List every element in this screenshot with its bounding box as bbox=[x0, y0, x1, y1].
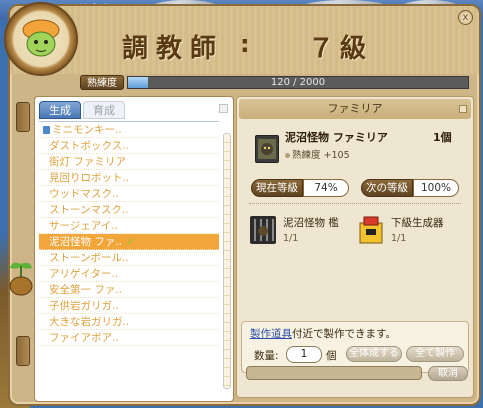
item-name: 泥沼怪物 ファミリア bbox=[285, 131, 388, 144]
quantity-label: 数量: bbox=[254, 350, 279, 362]
side-tab-button[interactable] bbox=[16, 336, 30, 366]
close-button[interactable]: x bbox=[458, 10, 473, 25]
quantity-input[interactable]: 1 bbox=[286, 346, 322, 363]
title-separator: : bbox=[240, 30, 250, 58]
current-level: 現在等級 74% bbox=[251, 179, 349, 197]
list-item[interactable]: 安全第一 ファ.. bbox=[39, 282, 219, 298]
experience-bar: 120 / 2000 bbox=[127, 76, 469, 89]
mushroom-emblem-icon bbox=[4, 2, 78, 76]
craft-all-button[interactable]: 全て製作 bbox=[406, 346, 464, 362]
detail-title: ファミリア bbox=[327, 102, 383, 115]
profession-title: 調教師 bbox=[122, 34, 225, 64]
list-scrollbar[interactable] bbox=[223, 133, 231, 389]
profession-level: ７級 bbox=[308, 34, 373, 64]
list-item[interactable]: ストーンマスク.. bbox=[39, 202, 219, 218]
list-item[interactable]: 見回りロボット.. bbox=[39, 170, 219, 186]
list-item[interactable]: サージェアイ.. bbox=[39, 218, 219, 234]
craft-button[interactable]: 全体成する bbox=[346, 346, 402, 362]
detail-header: ファミリア bbox=[239, 99, 471, 119]
panel-corner-icon bbox=[459, 105, 467, 113]
trainer-window: 調教師 : ７級 x 熟練度 120 / 2000 生成 育成 ミニモンキー..… bbox=[8, 4, 481, 406]
side-tab-button[interactable] bbox=[16, 102, 30, 132]
tab-breed[interactable]: 育成 bbox=[83, 101, 125, 119]
sprout-icon bbox=[4, 258, 38, 298]
list-item[interactable]: ウッドマスク.. bbox=[39, 186, 219, 202]
panel-corner-icon bbox=[219, 104, 228, 113]
experience-text: 120 / 2000 bbox=[270, 77, 326, 88]
craft-tool-link[interactable]: 製作道具 bbox=[250, 328, 292, 340]
detail-panel: ファミリア 泥沼怪物 ファミリア 1個 熟練度 +105 現在等級 74% 次の… bbox=[236, 96, 474, 398]
recipe-panel: 生成 育成 ミニモンキー.. ダストボックス.. 街灯 ファミリア 見回りロボッ… bbox=[34, 96, 234, 402]
list-item[interactable]: ダストボックス.. bbox=[39, 138, 219, 154]
cage-icon bbox=[249, 215, 277, 245]
cancel-button[interactable]: 取消 bbox=[428, 366, 468, 381]
familiar-card-icon bbox=[255, 135, 279, 163]
next-level: 次の等級 100% bbox=[361, 179, 459, 197]
check-icon: ✓ bbox=[126, 236, 135, 248]
material-item: 泥沼怪物 檻 1/1 bbox=[249, 213, 359, 253]
material-item: 下級生成器 1/1 bbox=[357, 213, 467, 253]
list-item[interactable]: 街灯 ファミリア bbox=[39, 154, 219, 170]
recipe-list: ミニモンキー.. ダストボックス.. 街灯 ファミリア 見回りロボット.. ウッ… bbox=[39, 121, 219, 399]
list-item[interactable]: 子供岩ガリガ.. bbox=[39, 298, 219, 314]
tab-generate[interactable]: 生成 bbox=[39, 101, 81, 119]
list-item[interactable]: ファイアボア.. bbox=[39, 330, 219, 346]
list-item[interactable]: ミニモンキー.. bbox=[39, 122, 219, 138]
craft-note: 製作道具付近で製作できます。 bbox=[250, 328, 396, 340]
list-item-selected[interactable]: 泥沼怪物 ファ.. ✓ bbox=[39, 234, 219, 250]
scroll-thumb[interactable] bbox=[224, 134, 230, 388]
list-item[interactable]: 大きな岩ガリガ.. bbox=[39, 314, 219, 330]
bullet-icon bbox=[285, 153, 290, 158]
quantity-unit: 個 bbox=[326, 350, 337, 362]
list-item[interactable]: アリゲイター.. bbox=[39, 266, 219, 282]
item-count: 1個 bbox=[433, 131, 452, 144]
divider bbox=[249, 203, 461, 204]
list-item[interactable]: ストーンボール.. bbox=[39, 250, 219, 266]
lock-icon bbox=[43, 126, 50, 134]
experience-label: 熟練度 bbox=[80, 75, 124, 90]
item-exp: 熟練度 +105 bbox=[285, 147, 350, 161]
generator-icon bbox=[357, 215, 385, 245]
tab-bar: 生成 育成 bbox=[39, 101, 125, 119]
craft-progress-slot bbox=[246, 366, 422, 380]
